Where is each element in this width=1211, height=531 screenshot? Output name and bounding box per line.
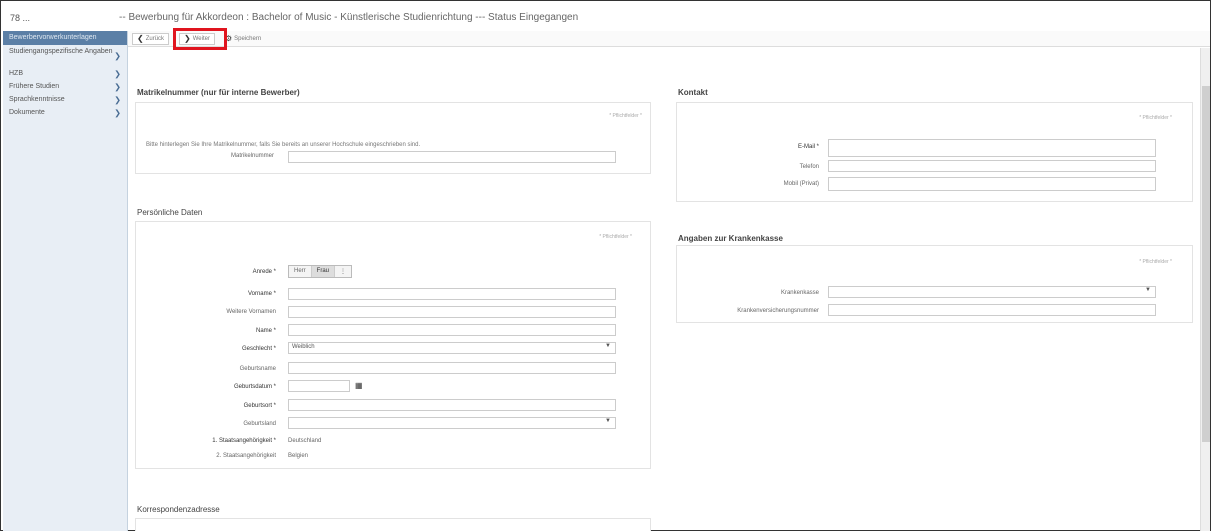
staat2-label: 2. Staatsangehörigkeit <box>216 453 276 459</box>
chevron-right-icon: ❯ <box>114 51 121 61</box>
email-label: E-Mail * <box>797 144 819 150</box>
sidebar-item-dokumente[interactable]: Dokumente ❯ <box>3 106 127 119</box>
sidebar-item-label: Sprachkenntnisse <box>9 96 65 103</box>
versicherungsnummer-label: Krankenversicherungsnummer <box>737 308 819 314</box>
sidebar-item-hzb[interactable]: HZB ❯ <box>3 67 127 80</box>
caret-down-icon: ▼ <box>605 418 611 424</box>
anrede-option-frau[interactable]: Frau <box>311 266 336 277</box>
krankenkasse-label: Krankenkasse <box>780 290 819 296</box>
caret-down-icon: ▼ <box>605 343 611 349</box>
matrikel-label: Matrikelnummer <box>230 153 274 159</box>
app-id: 78 ... <box>10 13 31 23</box>
caret-down-icon: ▼ <box>1145 287 1151 293</box>
staat1-label: 1. Staatsangehörigkeit * <box>212 438 276 444</box>
sidebar-item-label: Frühere Studien <box>9 83 60 90</box>
section-title-kontakt: Kontakt <box>678 88 708 97</box>
krankenkasse-panel: * Pflichtfelder * Krankenkasse ▼ Kranken… <box>676 245 1193 323</box>
page-title: -- Bewerbung für Akkordeon : Bachelor of… <box>119 12 579 23</box>
geburtsdatum-input[interactable] <box>288 380 350 392</box>
matrikel-panel: * Pflichtfelder * Bitte hinterlegen Sie … <box>135 102 651 174</box>
geschlecht-label: Geschlecht * <box>241 346 276 352</box>
chevron-right-icon: ❯ <box>184 34 191 43</box>
anrede-dropdown[interactable]: ⋮ <box>335 266 352 277</box>
chevron-right-icon: ❯ <box>114 108 121 117</box>
chevron-right-icon: ❯ <box>114 69 121 78</box>
weitere-vornamen-input[interactable] <box>288 306 616 318</box>
kontakt-panel: * Pflichtfelder * E-Mail * Telefon Mobil… <box>676 102 1193 202</box>
geburtsland-select[interactable]: ▼ <box>288 417 616 429</box>
personal-panel: * Pflichtfelder * Anrede * Herr Frau ⋮ V… <box>135 221 651 469</box>
sidebar-item-label: Bewerbervorwerkunterlagen <box>9 34 97 41</box>
staat1-value: Deutschland <box>288 438 322 444</box>
mobil-label: Mobil (Privat) <box>783 181 819 187</box>
geburtsland-label: Geburtsland <box>243 421 276 427</box>
pflicht-note: * Pflichtfelder * <box>1139 259 1172 265</box>
sidebar-item-bewerber[interactable]: Bewerbervorwerkunterlagen <box>3 31 127 45</box>
sidebar-item-fruehere-studien[interactable]: Frühere Studien ❯ <box>3 80 127 93</box>
geburtsname-input[interactable] <box>288 362 616 374</box>
staat2-value: Belgien <box>288 453 309 459</box>
scrollbar-thumb[interactable] <box>1202 86 1210 442</box>
vorname-label: Vorname * <box>247 291 276 297</box>
telefon-label: Telefon <box>799 164 819 170</box>
sidebar-item-label: Studiengangspezifische Angaben <box>9 48 113 55</box>
chevron-left-icon: ❮ <box>137 34 144 43</box>
back-button[interactable]: ❮ Zurück <box>132 32 170 45</box>
sidebar-item-label: HZB <box>9 70 23 77</box>
chevron-right-icon: ❯ <box>114 95 121 104</box>
save-label: Speichern <box>234 35 262 42</box>
pflicht-note: * Pflichtfelder * <box>599 234 632 240</box>
geschlecht-value: Weiblich <box>292 344 315 350</box>
versicherungsnummer-input[interactable] <box>828 304 1156 316</box>
section-title-matrikel: Matrikelnummer (nur für interne Bewerber… <box>137 88 300 97</box>
geburtsort-input[interactable] <box>288 399 616 411</box>
anrede-label: Anrede * <box>252 269 276 275</box>
sidebar: Bewerbervorwerkunterlagen Studiengangspe… <box>3 31 128 531</box>
geschlecht-select[interactable]: Weiblich ▼ <box>288 342 616 354</box>
back-label: Zurück <box>145 35 165 42</box>
anrede-option-herr[interactable]: Herr <box>289 266 312 277</box>
section-title-korrespondenz: Korrespondenzadresse <box>137 505 220 514</box>
name-label: Name * <box>255 328 276 334</box>
email-input[interactable] <box>828 139 1156 157</box>
matrikel-hint: Bitte hinterlegen Sie Ihre Matrikelnumme… <box>146 142 421 148</box>
korrespondenz-panel <box>135 518 651 531</box>
sidebar-item-studiengang[interactable]: Studiengangspezifische Angaben ❯ <box>3 45 127 67</box>
section-title-personal: Persönliche Daten <box>137 208 203 217</box>
vorname-input[interactable] <box>288 288 616 300</box>
geburtsname-label: Geburtsname <box>239 366 276 372</box>
name-input[interactable] <box>288 324 616 336</box>
krankenkasse-select[interactable]: ▼ <box>828 286 1156 298</box>
chevron-right-icon: ❯ <box>114 82 121 91</box>
toolbar: ❮ Zurück ❯ Weiter ⚙ Speichern <box>128 31 1210 47</box>
next-button[interactable]: ❯ Weiter <box>179 32 215 45</box>
save-button[interactable]: ⚙ Speichern <box>221 33 265 45</box>
section-title-krankenkasse: Angaben zur Krankenkasse <box>678 234 783 243</box>
weitere-vornamen-label: Weitere Vornamen <box>226 309 276 315</box>
telefon-input[interactable] <box>828 160 1156 172</box>
title-bar: 78 ... -- Bewerbung für Akkordeon : Bach… <box>1 9 1210 31</box>
geburtsdatum-label: Geburtsdatum * <box>233 384 276 390</box>
disk-icon: ⚙ <box>224 34 233 43</box>
geburtsort-label: Geburtsort * <box>243 403 276 409</box>
sidebar-item-sprachkenntnisse[interactable]: Sprachkenntnisse ❯ <box>3 93 127 106</box>
mobil-input[interactable] <box>828 177 1156 191</box>
calendar-icon[interactable]: ▦ <box>355 381 363 390</box>
pflicht-note: * Pflichtfelder * <box>609 113 642 119</box>
anrede-toggle: Herr Frau ⋮ <box>288 265 353 278</box>
pflicht-note: * Pflichtfelder * <box>1139 115 1172 121</box>
matrikel-input[interactable] <box>288 151 616 163</box>
vertical-scrollbar[interactable] <box>1200 48 1210 531</box>
next-label: Weiter <box>192 35 210 42</box>
sidebar-item-label: Dokumente <box>9 109 45 116</box>
